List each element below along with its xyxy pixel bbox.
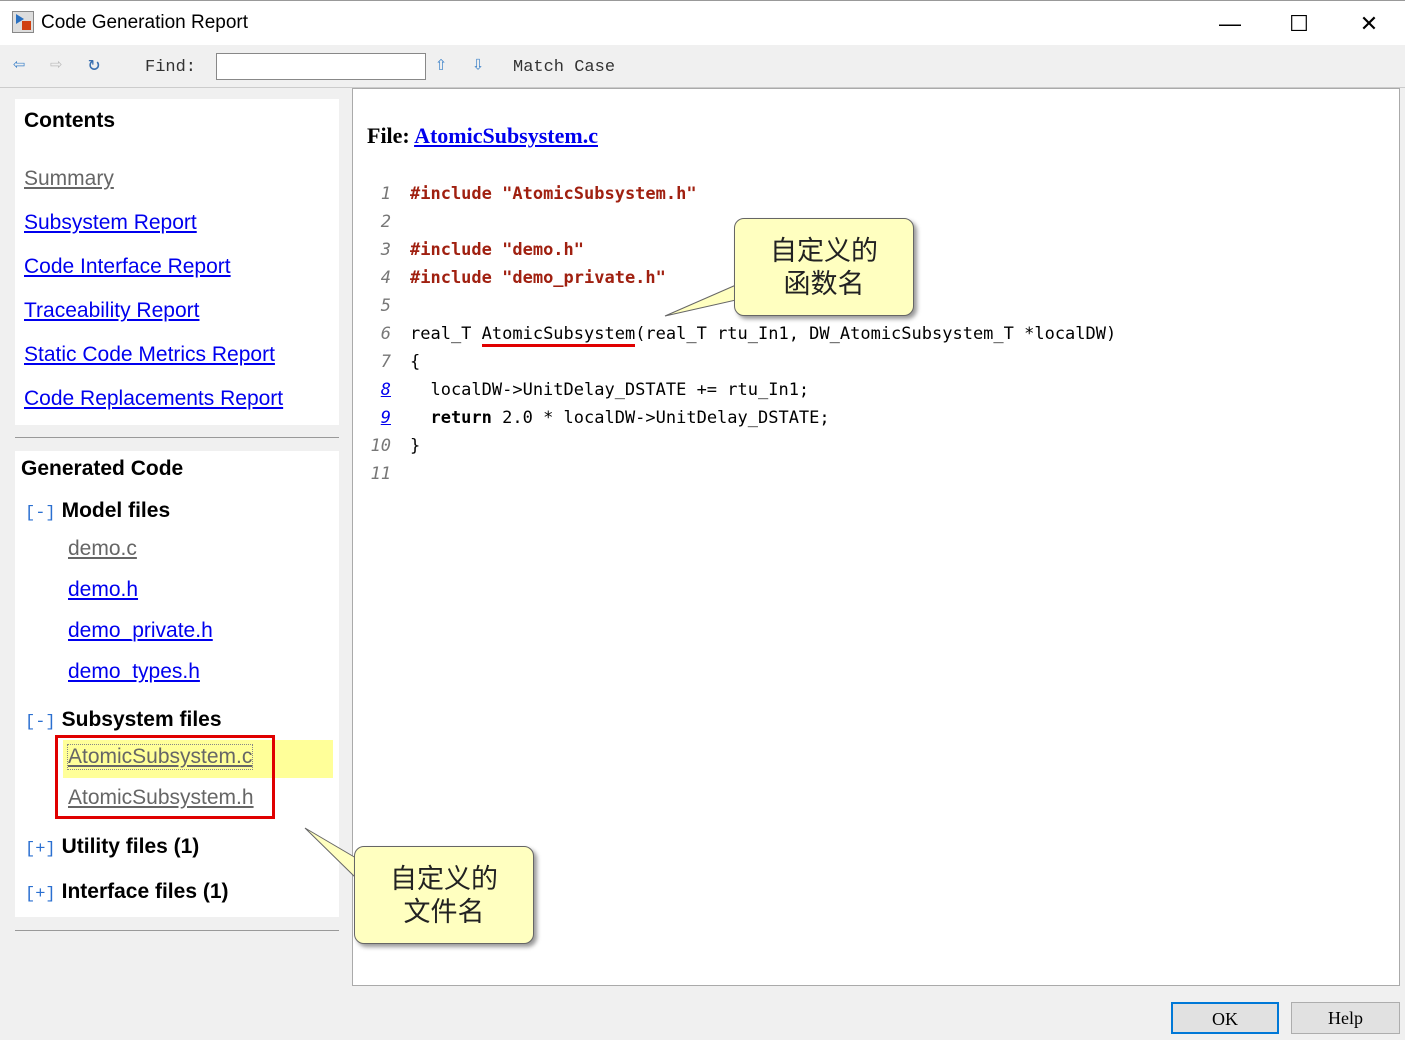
- annotation-file-name: 自定义的 文件名: [354, 846, 534, 944]
- ok-button[interactable]: OK: [1171, 1002, 1279, 1034]
- annotation-function-name: 自定义的 函数名: [734, 218, 914, 316]
- help-button[interactable]: Help: [1291, 1002, 1400, 1034]
- callout-pointers: [304, 284, 737, 880]
